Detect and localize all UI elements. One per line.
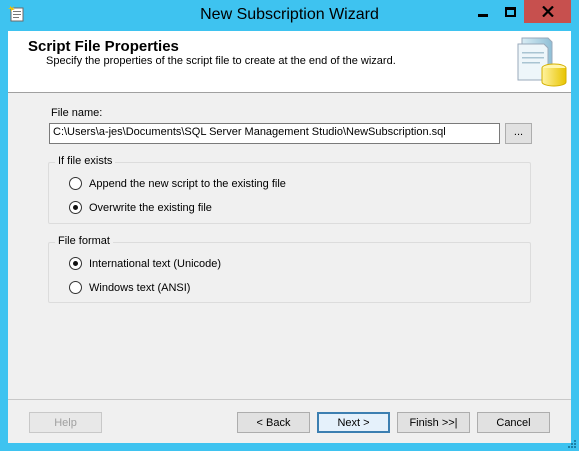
- next-button[interactable]: Next >: [317, 412, 390, 433]
- maximize-icon: [504, 6, 516, 17]
- ansi-radio[interactable]: [69, 281, 82, 294]
- file-format-group: File format International text (Unicode)…: [48, 235, 531, 303]
- resize-grip-icon[interactable]: [567, 439, 577, 449]
- minimize-button[interactable]: [470, 0, 496, 23]
- if-file-exists-group: If file exists Append the new script to …: [48, 155, 531, 224]
- file-format-legend: File format: [55, 235, 113, 247]
- overwrite-radio[interactable]: [69, 201, 82, 214]
- finish-button[interactable]: Finish >>|: [397, 412, 470, 433]
- file-name-input[interactable]: C:\Users\a-jes\Documents\SQL Server Mana…: [49, 123, 500, 144]
- back-button[interactable]: < Back: [237, 412, 310, 433]
- title-bar[interactable]: New Subscription Wizard: [0, 0, 579, 31]
- overwrite-option[interactable]: Overwrite the existing file: [69, 201, 212, 214]
- footer-divider: [8, 399, 571, 400]
- page-title: Script File Properties: [28, 38, 179, 55]
- ansi-option-label: Windows text (ANSI): [89, 281, 191, 294]
- if-file-exists-legend: If file exists: [55, 155, 116, 167]
- unicode-option-label: International text (Unicode): [89, 257, 222, 270]
- cancel-button[interactable]: Cancel: [477, 412, 550, 433]
- wizard-window: New Subscription Wizard Script File Prop…: [0, 0, 579, 451]
- maximize-button[interactable]: [497, 0, 523, 23]
- browse-button[interactable]: ...: [505, 123, 532, 144]
- append-option[interactable]: Append the new script to the existing fi…: [69, 177, 286, 190]
- ansi-option[interactable]: Windows text (ANSI): [69, 281, 190, 294]
- script-database-icon: [517, 37, 567, 87]
- unicode-radio[interactable]: [69, 257, 82, 270]
- page-subtitle: Specify the properties of the script fil…: [46, 55, 396, 67]
- wizard-page-header: Script File Properties Specify the prope…: [8, 31, 571, 93]
- close-icon: [541, 6, 554, 17]
- append-radio[interactable]: [69, 177, 82, 190]
- help-button[interactable]: Help: [29, 412, 102, 433]
- overwrite-option-label: Overwrite the existing file: [89, 201, 212, 214]
- file-name-label: File name:: [51, 107, 103, 119]
- close-button[interactable]: [524, 0, 571, 23]
- append-option-label: Append the new script to the existing fi…: [89, 177, 286, 190]
- minimize-icon: [478, 14, 488, 17]
- unicode-option[interactable]: International text (Unicode): [69, 257, 221, 270]
- wizard-client-area: Script File Properties Specify the prope…: [8, 31, 571, 443]
